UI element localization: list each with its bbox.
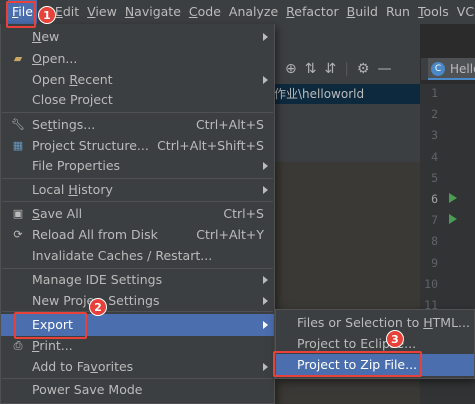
class-icon: C	[431, 62, 445, 76]
menu-item-new-projects-settings[interactable]: New Proje Settings	[1, 290, 274, 312]
menu-run[interactable]: Run	[382, 0, 414, 24]
menu-item-print[interactable]: ⎙ Print...	[1, 335, 274, 357]
menu-item-export-zip[interactable]: Project to Zip File...	[276, 354, 474, 376]
menu-item-file-properties[interactable]: File Properties	[1, 155, 274, 177]
line-number: 3	[431, 128, 438, 143]
run-icon[interactable]	[449, 193, 457, 203]
locate-icon[interactable]: ⊕	[285, 61, 297, 77]
submenu-arrow-icon	[263, 162, 268, 170]
annotation-badge: 3	[386, 330, 404, 348]
submenu-arrow-icon	[263, 297, 268, 305]
printer-icon: ⎙	[13, 339, 23, 352]
gear-icon[interactable]: ⚙	[357, 61, 370, 77]
menu-item-new[interactable]: New	[1, 26, 274, 48]
menu-view[interactable]: View	[83, 0, 121, 24]
menu-item-project-structure[interactable]: ▦ Project Structure... Ctrl+Alt+Shift+S	[1, 135, 274, 157]
menu-vcs[interactable]: VC	[453, 0, 475, 24]
menu-item-close-project[interactable]: Close Project	[1, 89, 274, 111]
line-number: 5	[431, 170, 438, 185]
submenu-arrow-icon	[263, 363, 268, 371]
menu-item-open-recent[interactable]: Open Recent	[1, 69, 274, 91]
line-number: 6	[431, 192, 438, 206]
submenu-arrow-icon	[263, 321, 268, 329]
menu-item-local-history[interactable]: Local History	[1, 179, 274, 201]
menu-separator	[2, 311, 273, 312]
folder-icon: ▰	[13, 52, 23, 65]
menu-item-manage-ide-settings[interactable]: Manage IDE Settings	[1, 269, 274, 291]
line-number: 2	[431, 107, 438, 122]
menu-build[interactable]: Build	[343, 0, 382, 24]
project-path: 作业\helloworld	[270, 84, 420, 104]
menu-item-invalidate-caches[interactable]: Invalidate Caches / Restart...	[1, 245, 274, 267]
line-number: 10	[424, 276, 438, 291]
line-number: 1	[431, 86, 438, 100]
line-number: 4	[431, 149, 438, 164]
menu-navigate[interactable]: Navigate	[121, 0, 185, 24]
menu-item-open[interactable]: ▰ Open...	[1, 48, 274, 70]
submenu-arrow-icon	[263, 33, 268, 41]
menu-item-power-save-mode[interactable]: Power Save Mode	[1, 379, 274, 401]
run-icon[interactable]	[449, 214, 457, 224]
menu-item-export-eclipse[interactable]: Project to Eclipse...	[276, 333, 474, 355]
line-number: 7	[431, 213, 438, 228]
submenu-arrow-icon	[263, 186, 268, 194]
export-submenu: Files or Selection to HTML... Project to…	[275, 309, 475, 379]
menu-item-settings[interactable]: 🔧︎ Settings... Ctrl+Alt+S	[1, 114, 274, 136]
reload-icon: ⟳	[13, 228, 23, 241]
menu-item-export[interactable]: Export	[1, 314, 274, 336]
save-icon: ▣	[12, 207, 24, 220]
menu-separator	[2, 112, 273, 113]
menu-item-reload[interactable]: ⟳ Reload All from Disk Ctrl+Alt+Y	[1, 224, 274, 246]
menu-tools[interactable]: Tools	[414, 0, 453, 24]
annotation-badge: 1	[38, 6, 56, 24]
menu-file[interactable]: File	[8, 0, 37, 24]
menu-analyze[interactable]: Analyze	[225, 0, 282, 24]
minimize-icon[interactable]: —	[377, 61, 391, 77]
project-structure-icon: ▦	[12, 139, 24, 152]
menu-bar: File Edit View Navigate Code Analyze Ref…	[0, 0, 475, 24]
project-toolbar: ⊕ ⇅ ⇵ | ⚙ —	[275, 58, 420, 80]
line-number: 8	[431, 234, 438, 249]
menu-item-save-all[interactable]: ▣ Save All Ctrl+S	[1, 203, 274, 225]
submenu-arrow-icon	[263, 76, 268, 84]
collapse-all-icon[interactable]: ⇵	[324, 61, 336, 77]
menu-separator	[2, 201, 273, 202]
submenu-arrow-icon	[263, 276, 268, 284]
wrench-icon: 🔧︎	[11, 118, 25, 131]
annotation-badge: 2	[89, 298, 107, 316]
menu-code[interactable]: Code	[185, 0, 225, 24]
toolbar-divider: |	[344, 61, 349, 77]
menu-refactor[interactable]: Refactor	[282, 0, 342, 24]
expand-all-icon[interactable]: ⇅	[305, 61, 317, 77]
line-number: 9	[431, 255, 438, 270]
file-menu: New ▰ Open... Open Recent Close Project …	[0, 24, 275, 404]
menu-item-add-to-favorites[interactable]: Add to Favorites	[1, 356, 274, 378]
menu-item-export-html[interactable]: Files or Selection to HTML...	[276, 312, 474, 334]
